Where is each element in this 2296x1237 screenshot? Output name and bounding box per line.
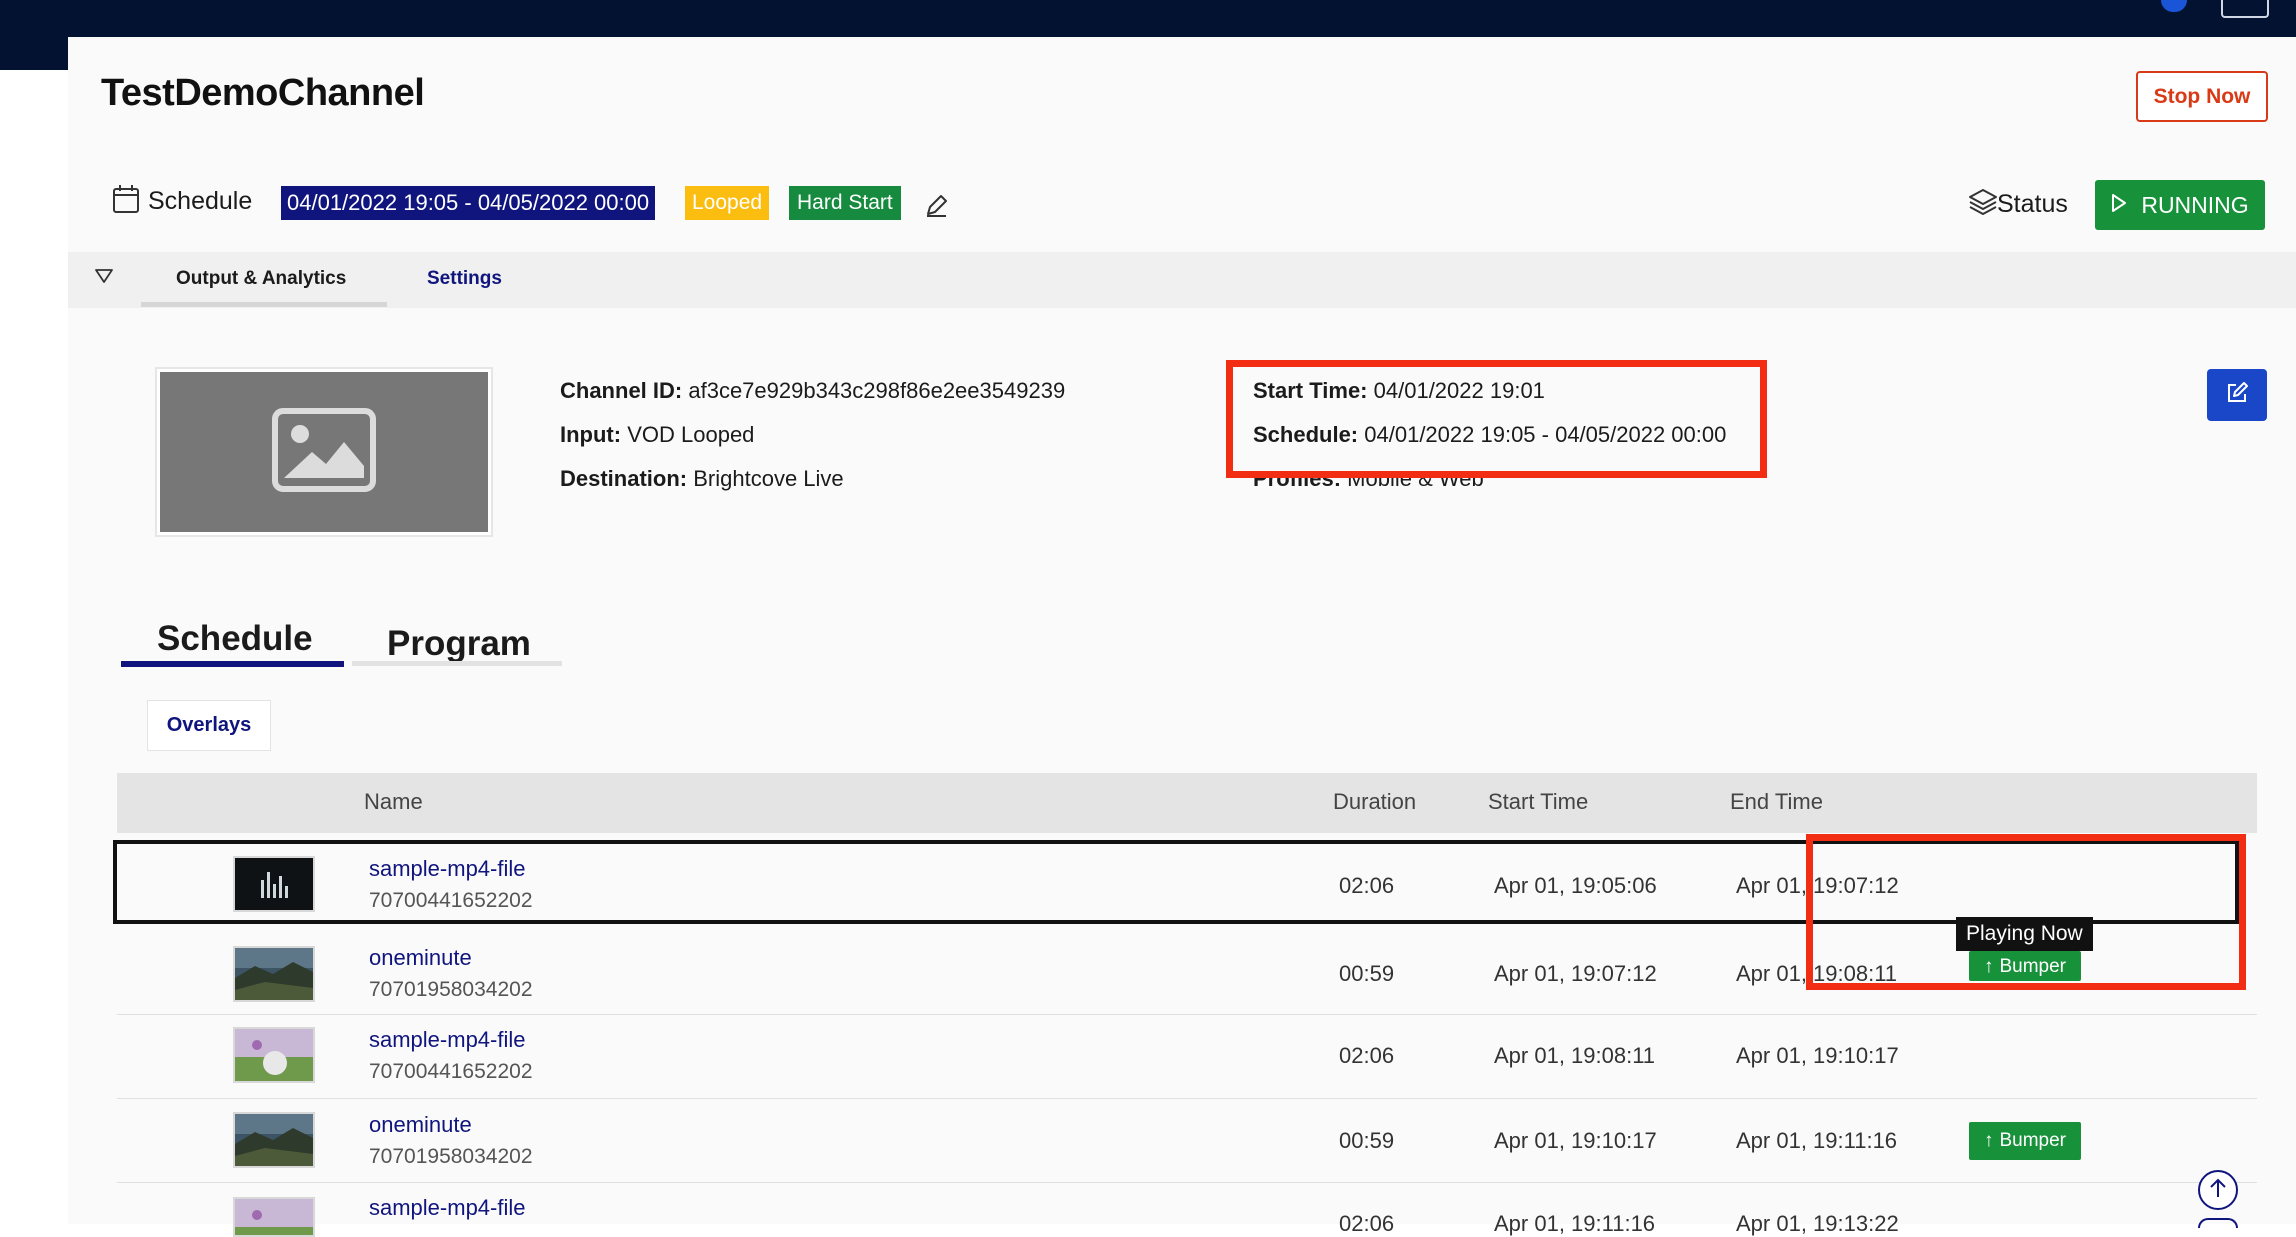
calendar-icon xyxy=(112,184,140,219)
arrow-up-icon: ↑ xyxy=(1983,1130,1994,1151)
duration-cell: 00:59 xyxy=(1339,961,1395,986)
annotation-red-box-table xyxy=(1806,834,2246,990)
hard-start-badge: Hard Start xyxy=(789,186,901,220)
stop-now-button[interactable]: Stop Now xyxy=(2136,71,2268,122)
triangle-down-icon[interactable] xyxy=(94,268,114,289)
arrow-up-icon xyxy=(2208,1177,2228,1204)
video-name-link[interactable]: sample-mp4-file xyxy=(369,856,526,882)
video-thumbnail xyxy=(233,946,315,1002)
schedule-label: Schedule xyxy=(148,187,253,215)
video-thumbnail xyxy=(233,1197,315,1237)
end-time-cell: Apr 01, 19:13:22 xyxy=(1736,1211,1899,1236)
destination-label: Destination: xyxy=(560,466,688,491)
channel-id-label: Channel ID: xyxy=(560,378,683,403)
column-header-end-time[interactable]: End Time xyxy=(1730,789,1823,815)
video-thumbnail xyxy=(233,1027,315,1083)
video-thumbnail xyxy=(233,856,315,912)
video-name-link[interactable]: sample-mp4-file xyxy=(369,1195,526,1221)
start-time-cell: Apr 01, 19:11:16 xyxy=(1494,1211,1656,1236)
tab-output-underline xyxy=(141,302,387,307)
image-placeholder-icon xyxy=(272,407,376,497)
input-info: Input: VOD Looped xyxy=(560,422,754,448)
subtab-program-underline xyxy=(352,661,562,666)
channel-title: TestDemoChannel xyxy=(101,72,425,114)
tab-output-analytics[interactable]: Output & Analytics xyxy=(176,268,346,290)
video-id: 70700441652202 xyxy=(369,1060,533,1083)
running-label: RUNNING xyxy=(2141,191,2249,218)
start-time-cell: Apr 01, 19:07:12 xyxy=(1494,961,1657,986)
top-navigation-strip xyxy=(0,37,68,70)
start-time-cell: Apr 01, 19:08:11 xyxy=(1494,1043,1656,1068)
video-id: 70701958034202 xyxy=(369,978,533,1001)
destination-info: Destination: Brightcove Live xyxy=(560,466,844,492)
channel-id-info: Channel ID: af3ce7e929b343c298f86e2ee354… xyxy=(560,378,1065,404)
video-name-link[interactable]: sample-mp4-file xyxy=(369,1027,526,1053)
duration-cell: 02:06 xyxy=(1339,1043,1395,1068)
annotation-red-box xyxy=(1226,360,1767,478)
status-label: Status xyxy=(1997,190,2068,218)
subtab-schedule-underline xyxy=(121,661,344,667)
user-avatar[interactable] xyxy=(2221,0,2269,18)
scroll-to-top-button[interactable] xyxy=(2198,1170,2238,1210)
video-thumbnail xyxy=(233,1112,315,1168)
bumper-button[interactable]: ↑ Bumper xyxy=(1969,1122,2081,1160)
pencil-icon[interactable] xyxy=(924,192,950,223)
bumper-label: Bumper xyxy=(1999,1130,2067,1151)
video-name-link[interactable]: oneminute xyxy=(369,945,472,971)
destination-value: Brightcove Live xyxy=(693,466,844,491)
video-id: 70701958034202 xyxy=(369,1145,533,1168)
layers-icon xyxy=(1968,188,1998,221)
video-name-link[interactable]: oneminute xyxy=(369,1112,472,1138)
section-tab-bar xyxy=(68,252,2296,308)
end-time-cell: Apr 01, 19:10:17 xyxy=(1736,1043,1899,1068)
start-time-cell: Apr 01, 19:10:17 xyxy=(1494,1128,1657,1153)
start-time-cell: Apr 01, 19:05:06 xyxy=(1494,873,1657,898)
overlays-button[interactable]: Overlays xyxy=(147,700,271,751)
subtab-schedule[interactable]: Schedule xyxy=(157,619,313,659)
play-icon xyxy=(2111,192,2127,219)
table-row[interactable]: sample-mp4-file 70700441652202 02:06 Apr… xyxy=(117,1015,2257,1099)
duration-cell: 02:06 xyxy=(1339,873,1395,898)
top-navigation-bar xyxy=(0,0,2296,37)
edit-channel-button[interactable] xyxy=(2207,369,2267,421)
scroll-button-partial[interactable] xyxy=(2198,1218,2238,1228)
edit-icon xyxy=(2224,380,2250,411)
tab-settings[interactable]: Settings xyxy=(427,268,502,290)
table-row[interactable]: oneminute 70701958034202 00:59 Apr 01, 1… xyxy=(117,1099,2257,1183)
column-header-start-time[interactable]: Start Time xyxy=(1488,789,1588,815)
schedule-range-badge: 04/01/2022 19:05 - 04/05/2022 00:00 xyxy=(281,186,656,220)
column-header-name[interactable]: Name xyxy=(364,789,423,815)
video-id: 70700441652202 xyxy=(369,889,533,912)
channel-thumbnail xyxy=(155,367,493,537)
subtab-program[interactable]: Program xyxy=(387,624,531,664)
table-header xyxy=(117,773,2257,833)
column-header-duration[interactable]: Duration xyxy=(1333,789,1416,815)
end-time-cell: Apr 01, 19:11:16 xyxy=(1736,1128,1898,1153)
table-row[interactable]: sample-mp4-file 02:06 Apr 01, 19:11:16 A… xyxy=(117,1183,2257,1237)
duration-cell: 02:06 xyxy=(1339,1211,1395,1236)
running-status-button[interactable]: RUNNING xyxy=(2095,180,2265,230)
channel-id-value: af3ce7e929b343c298f86e2ee3549239 xyxy=(688,378,1066,403)
input-label: Input: xyxy=(560,422,622,447)
input-value: VOD Looped xyxy=(627,422,755,447)
looped-badge: Looped xyxy=(685,186,770,220)
duration-cell: 00:59 xyxy=(1339,1128,1395,1153)
